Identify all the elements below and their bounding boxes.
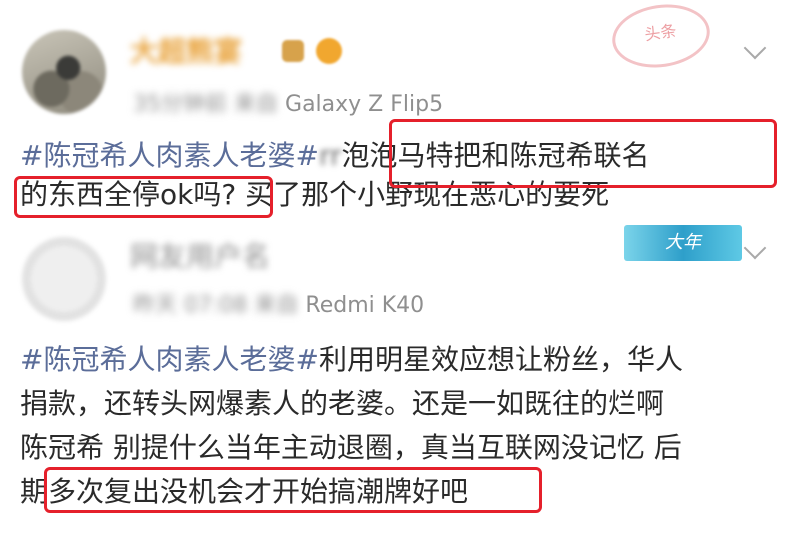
username[interactable]: 大超熊宴 (130, 30, 242, 70)
topic-link[interactable]: #陈冠希人肉素人老婆# (20, 343, 319, 376)
comment-text-segment: 捐款，还转头网爆素人的老婆。还是一如既往的烂啊 (20, 387, 665, 420)
highlight-box (14, 176, 273, 218)
vip-badge-icon (282, 40, 304, 62)
comment-meta: 昨天 07:08 来自 Redmi K40 (133, 287, 424, 319)
smudged-text: rr (318, 139, 342, 172)
stamp-logo: 大年 (624, 225, 742, 261)
source-label: 来自 (234, 92, 279, 117)
device-label: Redmi K40 (305, 293, 425, 318)
chevron-down-icon[interactable] (743, 36, 767, 60)
topic-link[interactable]: #陈冠希人肉素人老婆# (20, 139, 319, 172)
emoji-icon (316, 38, 342, 64)
chevron-down-icon[interactable] (743, 236, 767, 260)
avatar[interactable] (22, 30, 106, 114)
avatar[interactable] (22, 237, 106, 321)
highlight-box (389, 119, 777, 188)
comment-meta: 35分钟前 来自 Galaxy Z Flip5 (133, 86, 443, 118)
comment-text-segment: 陈冠希 别提什么当年主动退圈，真当互联网没记忆 后 (20, 431, 682, 464)
stamp-logo: 头条 (608, 0, 714, 74)
timestamp: 35分钟前 (133, 92, 227, 117)
highlight-box (44, 467, 542, 513)
source-label: 来自 (254, 293, 299, 318)
device-label: Galaxy Z Flip5 (285, 92, 444, 117)
comment-text-segment: 利用明星效应想让粉丝，华人 (318, 343, 683, 376)
timestamp: 昨天 07:08 (133, 293, 248, 318)
username[interactable]: 网友用户名 (130, 235, 270, 275)
